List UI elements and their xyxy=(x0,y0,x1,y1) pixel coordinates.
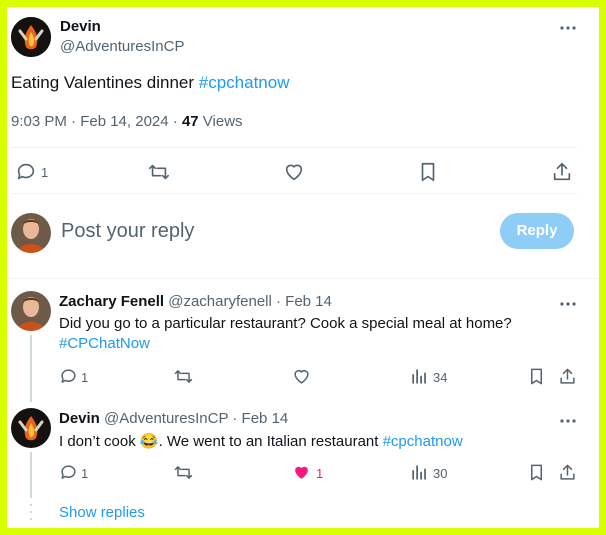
reply-text: I don’t cook 😂. We went to an Italian re… xyxy=(59,432,463,450)
views-count: 34 xyxy=(433,370,448,385)
tweet-thread-frame: Devin @AdventuresInCP Eating Valentines … xyxy=(0,0,606,535)
views-count: 30 xyxy=(433,466,448,481)
reply-hashtag-link[interactable]: #cpchatnow xyxy=(383,433,463,450)
tweet-meta: 9:03 PM · Feb 14, 2024 · 47 Views xyxy=(11,113,243,130)
divider xyxy=(11,193,577,194)
reply-icon[interactable] xyxy=(59,367,78,386)
divider xyxy=(7,278,599,279)
more-options-icon[interactable] xyxy=(559,19,577,37)
reply-count: 1 xyxy=(81,466,89,481)
retweet-icon[interactable] xyxy=(174,367,193,386)
reply-count: 1 xyxy=(81,370,89,385)
reply-button[interactable]: Reply xyxy=(500,213,574,249)
reply-text-before: I don’t cook xyxy=(59,433,140,450)
bookmark-icon[interactable] xyxy=(527,463,546,482)
tweet-text-plain: Eating Valentines dinner xyxy=(11,73,199,92)
reply-count: 1 xyxy=(41,165,49,180)
reply-author-handle[interactable]: @AdventuresInCP xyxy=(104,410,228,427)
reply-author-name[interactable]: Devin xyxy=(59,410,100,427)
bookmark-icon[interactable] xyxy=(417,161,439,183)
reply-icon[interactable] xyxy=(59,463,78,482)
reply-date[interactable]: · Feb 14 xyxy=(272,293,332,310)
views-icon[interactable] xyxy=(410,367,429,386)
liked-heart-icon[interactable] xyxy=(292,463,311,482)
reply-avatar[interactable] xyxy=(11,291,51,331)
thread-line xyxy=(30,452,32,498)
reply-text-after: . We went to an Italian restaurant xyxy=(158,433,383,450)
like-icon[interactable] xyxy=(292,367,311,386)
more-options-icon[interactable] xyxy=(559,412,577,430)
reply-hashtag-link[interactable]: #CPChatNow xyxy=(59,335,150,352)
divider xyxy=(11,147,577,148)
tweet-text: Eating Valentines dinner #cpchatnow xyxy=(11,73,290,93)
reply-date[interactable]: · Feb 14 xyxy=(228,410,288,427)
author-name[interactable]: Devin xyxy=(60,18,101,35)
more-options-icon[interactable] xyxy=(559,295,577,313)
retweet-icon[interactable] xyxy=(174,463,193,482)
reply-author-handle[interactable]: @zacharyfenell xyxy=(168,293,272,310)
reply-input[interactable]: Post your reply xyxy=(61,220,194,243)
retweet-icon[interactable] xyxy=(148,161,170,183)
reply-header: Devin @AdventuresInCP · Feb 14 xyxy=(59,410,288,427)
like-icon[interactable] xyxy=(283,161,305,183)
views-count: 47 xyxy=(181,113,199,130)
like-count: 1 xyxy=(316,466,324,481)
user-avatar[interactable] xyxy=(11,213,51,253)
laughing-emoji: 😂 xyxy=(139,433,159,450)
thread-line xyxy=(30,335,32,402)
reply-header: Zachary Fenell @zacharyfenell · Feb 14 xyxy=(59,293,332,310)
dotted-thread-icon xyxy=(29,503,33,525)
share-icon[interactable] xyxy=(558,367,577,386)
show-replies-link[interactable]: Show replies xyxy=(59,504,145,521)
reply-avatar[interactable] xyxy=(11,408,51,448)
views-label: Views xyxy=(198,113,243,130)
meta-separator: · xyxy=(168,113,182,130)
reply-author-name[interactable]: Zachary Fenell xyxy=(59,293,164,310)
author-handle[interactable]: @AdventuresInCP xyxy=(60,38,184,55)
share-icon[interactable] xyxy=(558,463,577,482)
tweet-hashtag-link[interactable]: #cpchatnow xyxy=(199,73,290,92)
tweet-timestamp[interactable]: 9:03 PM · Feb 14, 2024 xyxy=(11,113,169,130)
author-avatar[interactable] xyxy=(11,17,51,57)
share-icon[interactable] xyxy=(551,161,573,183)
views-icon[interactable] xyxy=(410,463,429,482)
bookmark-icon[interactable] xyxy=(527,367,546,386)
reply-icon[interactable] xyxy=(15,161,37,183)
reply-text: Did you go to a particular restaurant? C… xyxy=(59,315,512,332)
